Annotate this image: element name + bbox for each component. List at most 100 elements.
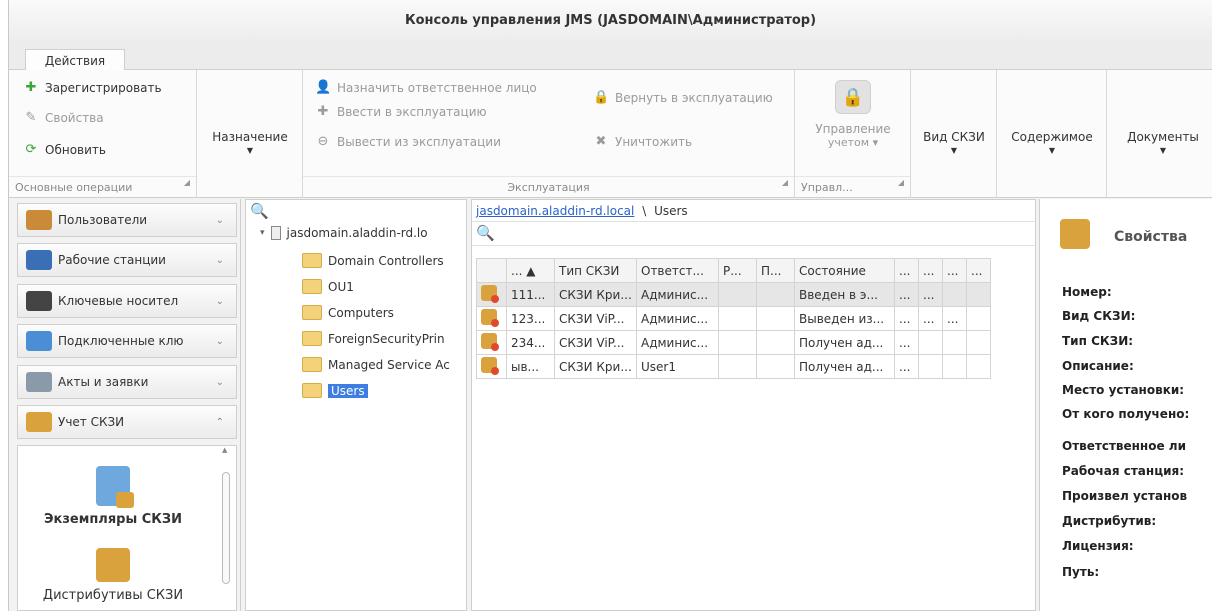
- chevron-down-icon: ⌄: [215, 214, 224, 226]
- skzi-accounting-panel: Экземпляры СКЗИ Дистрибутивы СКЗИ ▲: [17, 445, 237, 611]
- table-row[interactable]: 111... СКЗИ Кри... Админис... Введен в э…: [476, 282, 991, 307]
- chevron-down-icon: ⌄: [215, 335, 224, 347]
- dialog-launcher-icon[interactable]: ◢: [782, 172, 788, 194]
- dropdown-arrow-icon: ▼: [246, 146, 254, 155]
- tree-node[interactable]: OU1: [302, 279, 354, 294]
- documents-dropdown[interactable]: Документы ▼: [1113, 130, 1212, 155]
- prop-label: От кого получено:: [1062, 407, 1190, 421]
- nav-acts-requests[interactable]: Акты и заявки ⌄: [17, 365, 237, 399]
- column-header[interactable]: Ответст...: [636, 258, 719, 283]
- nav-users[interactable]: Пользователи ⌄: [17, 203, 237, 237]
- tree-root[interactable]: ▾ jasdomain.aladdin-rd.lo: [260, 226, 428, 240]
- table-row[interactable]: 123... СКЗИ ViP... Админис... Выведен из…: [476, 306, 991, 331]
- column-header[interactable]: Р...: [718, 258, 757, 283]
- destroy-icon: ✖: [595, 134, 607, 149]
- group-caption: Управл... ◢: [795, 176, 910, 198]
- plus-icon: ✚: [25, 80, 37, 95]
- objects-grid-panel: jasdomain.aladdin-rd.local \ Users 🔍 ...…: [471, 199, 1036, 611]
- prop-label: Номер:: [1062, 285, 1112, 299]
- skzi-instances-item[interactable]: Экземпляры СКЗИ: [18, 466, 208, 527]
- users-icon: [26, 210, 52, 230]
- nav-key-carriers[interactable]: Ключевые носител ⌄: [17, 284, 237, 318]
- dialog-launcher-icon[interactable]: ◢: [184, 172, 190, 194]
- scrollbar-thumb[interactable]: [222, 472, 230, 584]
- nav-workstations[interactable]: Рабочие станции ⌄: [17, 243, 237, 277]
- group-content: Содержимое ▼: [997, 70, 1107, 198]
- remove-icon: ⊖: [317, 134, 329, 149]
- scroll-up-icon[interactable]: ▲: [222, 446, 227, 454]
- prop-label: Ответственное ли: [1062, 439, 1186, 453]
- search-icon[interactable]: 🔍: [476, 224, 495, 242]
- nav-connected-keys[interactable]: Подключенные клю ⌄: [17, 324, 237, 358]
- domain-icon: [270, 226, 281, 240]
- put-into-service-button[interactable]: ✚ Ввести в эксплуатацию: [315, 104, 487, 120]
- folder-icon: [302, 253, 322, 268]
- acts-icon: [26, 372, 52, 392]
- chevron-down-icon: ⌄: [215, 376, 224, 388]
- tree-node[interactable]: Managed Service Ac: [302, 357, 450, 372]
- breadcrumb-link[interactable]: jasdomain.aladdin-rd.local: [476, 204, 634, 218]
- distribution-icon: [96, 548, 130, 582]
- column-header[interactable]: Состояние: [794, 258, 895, 283]
- column-header-icon[interactable]: [476, 258, 507, 283]
- assign-responsible-button[interactable]: 👤 Назначить ответственное лицо: [315, 80, 537, 96]
- skzi-table: ... ▲ Тип СКЗИ Ответст... Р... П... Сост…: [476, 258, 991, 379]
- prop-label: Лицензия:: [1062, 539, 1134, 553]
- register-button[interactable]: ✚ Зарегистрировать: [23, 80, 162, 96]
- column-header[interactable]: ... ▲: [506, 258, 555, 283]
- breadcrumb-separator: \: [642, 204, 647, 218]
- tree-node[interactable]: Computers: [302, 305, 394, 320]
- dropdown-arrow-icon: ▼: [1048, 146, 1056, 155]
- dialog-launcher-icon[interactable]: ◢: [898, 172, 904, 194]
- group-caption: Эксплуатация ◢: [303, 176, 794, 198]
- remove-from-service-button[interactable]: ⊖ Вывести из эксплуатации: [315, 134, 501, 150]
- column-header[interactable]: ...: [942, 258, 967, 283]
- return-to-service-button[interactable]: 🔒 Вернуть в эксплуатацию: [593, 90, 773, 106]
- navigation-pane: Пользователи ⌄ Рабочие станции ⌄ Ключевы…: [9, 199, 241, 611]
- group-main-operations: ✚ Зарегистрировать ✎ Свойства ⟳ Обновить…: [9, 70, 197, 198]
- collapse-arrow-icon[interactable]: ▾: [260, 228, 265, 238]
- folder-icon: [302, 383, 322, 398]
- refresh-icon: ⟳: [25, 142, 37, 157]
- prop-label: Описание:: [1062, 359, 1134, 373]
- refresh-button[interactable]: ⟳ Обновить: [23, 142, 106, 158]
- table-row[interactable]: 234... СКЗИ ViP... Админис... Получен ад…: [476, 330, 991, 355]
- skzi-distributions-item[interactable]: Дистрибутивы СКЗИ: [18, 548, 208, 603]
- tree-node[interactable]: ForeignSecurityPrin: [302, 331, 445, 346]
- table-row[interactable]: ыв... СКЗИ Кри... User1 Получен ад... ..…: [476, 354, 991, 379]
- tree-node[interactable]: Domain Controllers: [302, 253, 444, 268]
- column-header[interactable]: Тип СКЗИ: [554, 258, 637, 283]
- column-header[interactable]: ...: [918, 258, 943, 283]
- column-header[interactable]: ...: [966, 258, 991, 283]
- grid-search-bar[interactable]: 🔍: [472, 222, 1035, 246]
- properties-icon: ✎: [25, 110, 37, 125]
- nav-skzi-accounting[interactable]: Учет СКЗИ ⌃: [17, 405, 237, 439]
- group-caption: Основные операции ◢: [9, 176, 196, 198]
- tree-node-selected[interactable]: Users: [302, 383, 368, 398]
- skzi-status-icon: [481, 285, 499, 303]
- token-icon: [26, 291, 52, 311]
- prop-label: Тип СКЗИ:: [1062, 334, 1134, 348]
- window-title: Консоль управления JMS (JASDOMAIN\Админи…: [9, 0, 1212, 44]
- column-header[interactable]: ...: [894, 258, 919, 283]
- assign-dropdown[interactable]: Назначение ▼: [203, 130, 297, 155]
- plus-icon: ✚: [317, 104, 329, 119]
- type-dropdown[interactable]: Вид СКЗИ ▼: [915, 130, 993, 155]
- chevron-down-icon: ⌄: [215, 295, 224, 307]
- dropdown-arrow-icon: ▼: [1159, 146, 1167, 155]
- properties-button[interactable]: ✎ Свойства: [23, 110, 104, 126]
- tab-actions[interactable]: Действия: [25, 49, 125, 71]
- column-header[interactable]: П...: [756, 258, 795, 283]
- skzi-status-icon: [481, 309, 499, 327]
- destroy-button[interactable]: ✖ Уничтожить: [593, 134, 693, 150]
- accounting-button[interactable]: 🔒 Управление учетом ▾: [803, 80, 903, 149]
- content-dropdown[interactable]: Содержимое ▼: [1003, 130, 1101, 155]
- scrollbar[interactable]: ▲: [222, 446, 230, 610]
- breadcrumb-current: Users: [654, 204, 688, 218]
- group-type: Вид СКЗИ ▼: [911, 70, 997, 198]
- prop-label: Вид СКЗИ:: [1062, 309, 1136, 323]
- folder-icon: [302, 305, 322, 320]
- ribbon: ✚ Зарегистрировать ✎ Свойства ⟳ Обновить…: [9, 70, 1212, 198]
- folder-icon: [302, 357, 322, 372]
- search-icon[interactable]: 🔍: [250, 202, 269, 220]
